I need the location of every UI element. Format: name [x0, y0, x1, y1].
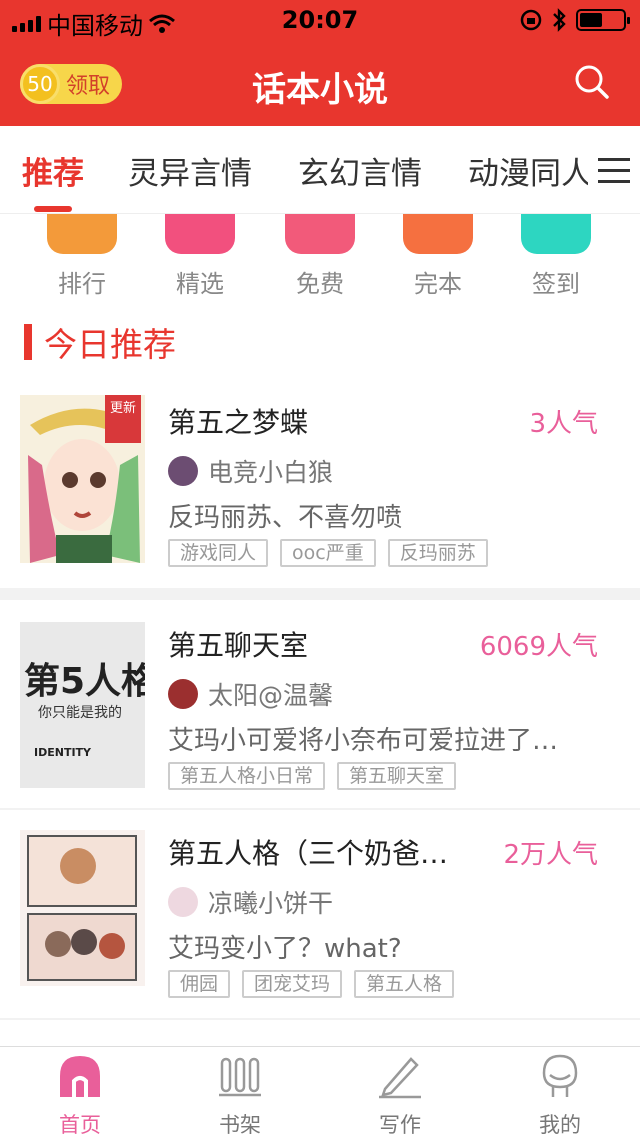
- active-tab-indicator: [34, 206, 72, 212]
- tab-anime-fanfic[interactable]: 动漫同人: [468, 148, 592, 193]
- book-card[interactable]: 更新 第五之梦蝶 3人气 电竞小白狼 反玛丽苏、不喜勿喷 游戏同人 ooc严重 …: [0, 395, 640, 585]
- check-icon: [403, 214, 473, 254]
- tag[interactable]: 反玛丽苏: [387, 539, 488, 567]
- shortcut-row: 排行 精选 免费 完本 签到: [0, 214, 640, 304]
- book-description: 艾玛小可爱将小奈布可爱拉进了…: [168, 726, 559, 756]
- tag[interactable]: 游戏同人: [168, 539, 269, 567]
- shortcut-free[interactable]: 免费: [270, 214, 370, 299]
- book-tags: 佣园 团宠艾玛 第五人格: [168, 970, 455, 998]
- avatar: [168, 679, 198, 709]
- divider: [0, 1018, 640, 1020]
- updated-badge: 更新: [105, 395, 141, 443]
- book-tags: 第五人格小日常 第五聊天室: [168, 762, 457, 790]
- book-title: 第五人格（三个奶爸…: [168, 837, 449, 870]
- book-card[interactable]: 第5人格 你只能是我的 IDENTITY 第五聊天室 6069人气 太阳@温馨 …: [0, 622, 640, 798]
- book-cover: [20, 830, 145, 986]
- app-header: 50 领取 话本小说: [0, 40, 640, 126]
- book-cover: 更新: [20, 395, 145, 563]
- tab-recommend[interactable]: 推荐: [22, 148, 84, 193]
- section-title-text: 今日推荐: [44, 325, 176, 364]
- tag[interactable]: 第五人格: [354, 970, 455, 998]
- bluetooth-icon: [553, 8, 566, 32]
- book-description: 反玛丽苏、不喜勿喷: [168, 503, 403, 533]
- tab-bookshelf[interactable]: 书架: [180, 1053, 300, 1139]
- divider: [0, 588, 640, 600]
- book-description: 艾玛变小了？what?: [168, 934, 402, 964]
- rotation-lock-icon: [520, 9, 542, 31]
- section-title-bar: [24, 324, 32, 360]
- tab-label: 我的: [539, 1113, 581, 1137]
- cover-subtitle: 你只能是我的: [38, 705, 122, 721]
- shortcut-sign-in[interactable]: 签到: [506, 214, 606, 299]
- tab-supernatural-romance[interactable]: 灵异言情: [128, 148, 252, 193]
- search-icon[interactable]: [574, 64, 610, 100]
- trophy-icon: [47, 214, 117, 254]
- cover-brand: IDENTITY: [34, 746, 92, 759]
- star-icon: [165, 214, 235, 254]
- book-popularity: 2万人气: [503, 840, 598, 870]
- tag[interactable]: 第五人格小日常: [168, 762, 326, 790]
- tab-home[interactable]: 首页: [20, 1053, 140, 1139]
- app-title: 话本小说: [252, 70, 388, 110]
- tab-label: 书架: [219, 1113, 261, 1137]
- tab-profile[interactable]: 我的: [500, 1053, 620, 1139]
- home-icon: [60, 1056, 100, 1097]
- author-name: 电竞小白狼: [208, 458, 334, 487]
- book-title: 第五聊天室: [168, 629, 309, 662]
- shortcut-label: 完本: [414, 270, 462, 298]
- author-name: 凉曦小饼干: [208, 889, 334, 918]
- profile-icon: [542, 1054, 578, 1097]
- author-name: 太阳@温馨: [208, 681, 334, 710]
- book-author[interactable]: 太阳@温馨: [168, 676, 333, 712]
- shortcut-label: 签到: [532, 270, 580, 298]
- tag[interactable]: 团宠艾玛: [242, 970, 343, 998]
- shortcut-label: 排行: [58, 270, 106, 298]
- bookshelf-icon: [219, 1057, 261, 1097]
- category-menu-icon[interactable]: [588, 126, 640, 213]
- shortcut-featured[interactable]: 精选: [150, 214, 250, 299]
- shortcut-label: 免费: [296, 270, 344, 298]
- free-icon: [285, 214, 355, 254]
- book-card[interactable]: 第五人格（三个奶爸… 2万人气 凉曦小饼干 艾玛变小了？what? 佣园 团宠艾…: [0, 830, 640, 1006]
- tag[interactable]: 第五聊天室: [337, 762, 457, 790]
- tab-label: 首页: [59, 1113, 101, 1137]
- avatar: [168, 887, 198, 917]
- tab-write[interactable]: 写作: [340, 1053, 460, 1139]
- book-popularity: 6069人气: [479, 632, 598, 662]
- pencil-icon: [379, 1057, 421, 1099]
- avatar: [168, 456, 198, 486]
- tab-label: 写作: [379, 1113, 421, 1137]
- book-author[interactable]: 凉曦小饼干: [168, 884, 333, 920]
- book-title: 第五之梦蝶: [168, 406, 309, 439]
- status-bar: 中国移动 20:07: [0, 0, 640, 40]
- section-title: 今日推荐: [24, 322, 176, 364]
- book-tags: 游戏同人 ooc严重 反玛丽苏: [168, 539, 488, 567]
- tab-fantasy-romance[interactable]: 玄幻言情: [298, 148, 422, 193]
- book-author[interactable]: 电竞小白狼: [168, 453, 333, 489]
- shortcut-completed[interactable]: 完本: [388, 214, 488, 299]
- divider: [0, 808, 640, 810]
- tag[interactable]: 佣园: [168, 970, 231, 998]
- tag[interactable]: ooc严重: [280, 539, 376, 567]
- sign-in-icon: [521, 214, 591, 254]
- shortcut-label: 精选: [176, 270, 224, 298]
- category-tabs: 推荐 灵异言情 玄幻言情 动漫同人: [0, 126, 640, 214]
- bottom-tab-bar: 首页 书架 写作 我的: [0, 1046, 640, 1139]
- book-cover: 第5人格 你只能是我的 IDENTITY: [20, 622, 145, 788]
- cover-title: 第5人格: [24, 661, 145, 702]
- shortcut-ranking[interactable]: 排行: [32, 214, 132, 299]
- battery-icon: [576, 9, 630, 31]
- book-popularity: 3人气: [529, 409, 598, 439]
